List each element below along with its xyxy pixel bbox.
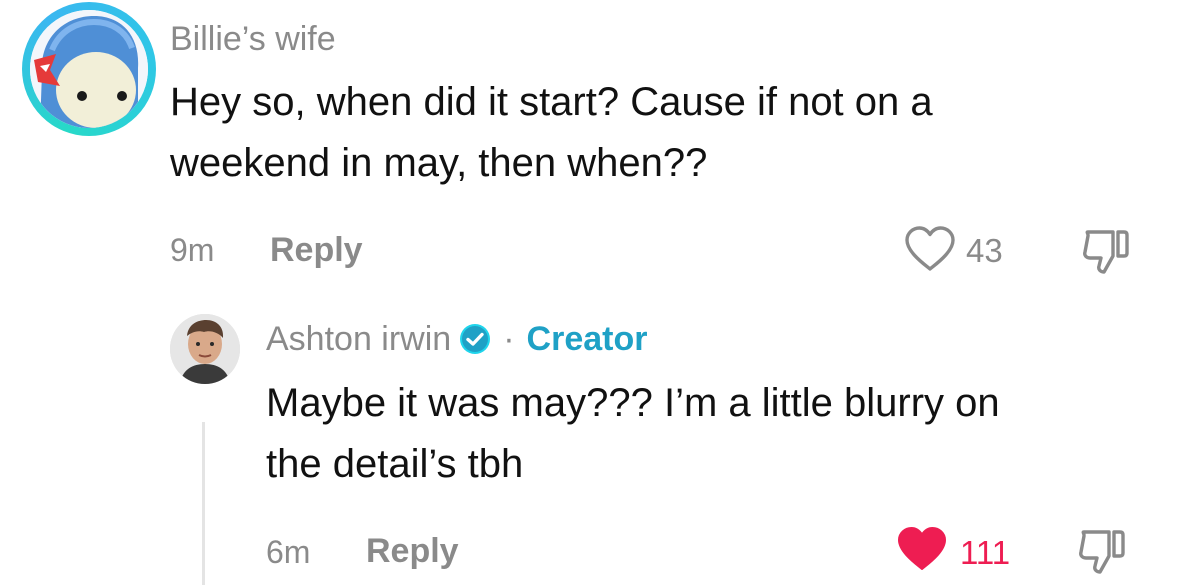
reply-header: Ashton irwin · Creator — [266, 318, 647, 360]
like-count: 111 — [960, 534, 1011, 571]
like-button[interactable] — [904, 226, 956, 272]
reply-button[interactable]: Reply — [270, 231, 363, 270]
comment-username[interactable]: Ashton irwin — [266, 320, 451, 359]
avatar-photo-icon — [170, 314, 240, 384]
dislike-button[interactable] — [1080, 226, 1132, 276]
avatar[interactable] — [170, 314, 240, 384]
creator-badge: Creator — [526, 319, 648, 358]
reply-button[interactable]: Reply — [366, 532, 459, 571]
comment-text-line: the detail’s tbh — [266, 442, 524, 486]
comment-timestamp: 6m — [266, 534, 311, 570]
comment-timestamp: 9m — [170, 232, 215, 268]
comment-text-line: Maybe it was may??? I’m a little blurry … — [266, 381, 1000, 425]
comment-text-line: Hey so, when did it start? Cause if not … — [170, 80, 933, 124]
like-button[interactable] — [896, 526, 948, 572]
thumbs-down-icon — [1079, 530, 1125, 574]
thumbs-down-icon — [1083, 230, 1129, 274]
comment-username[interactable]: Billie’s wife — [170, 20, 336, 59]
separator-dot: · — [503, 319, 515, 358]
thread-line — [202, 422, 205, 585]
verified-check-icon — [459, 323, 491, 355]
avatar-character-icon — [30, 10, 148, 128]
dislike-button[interactable] — [1076, 526, 1128, 576]
heart-icon — [898, 527, 946, 570]
comment-text-line: weekend in may, then when?? — [170, 141, 708, 185]
like-count: 43 — [966, 232, 1003, 269]
avatar[interactable] — [30, 10, 148, 128]
heart-icon — [905, 226, 955, 271]
